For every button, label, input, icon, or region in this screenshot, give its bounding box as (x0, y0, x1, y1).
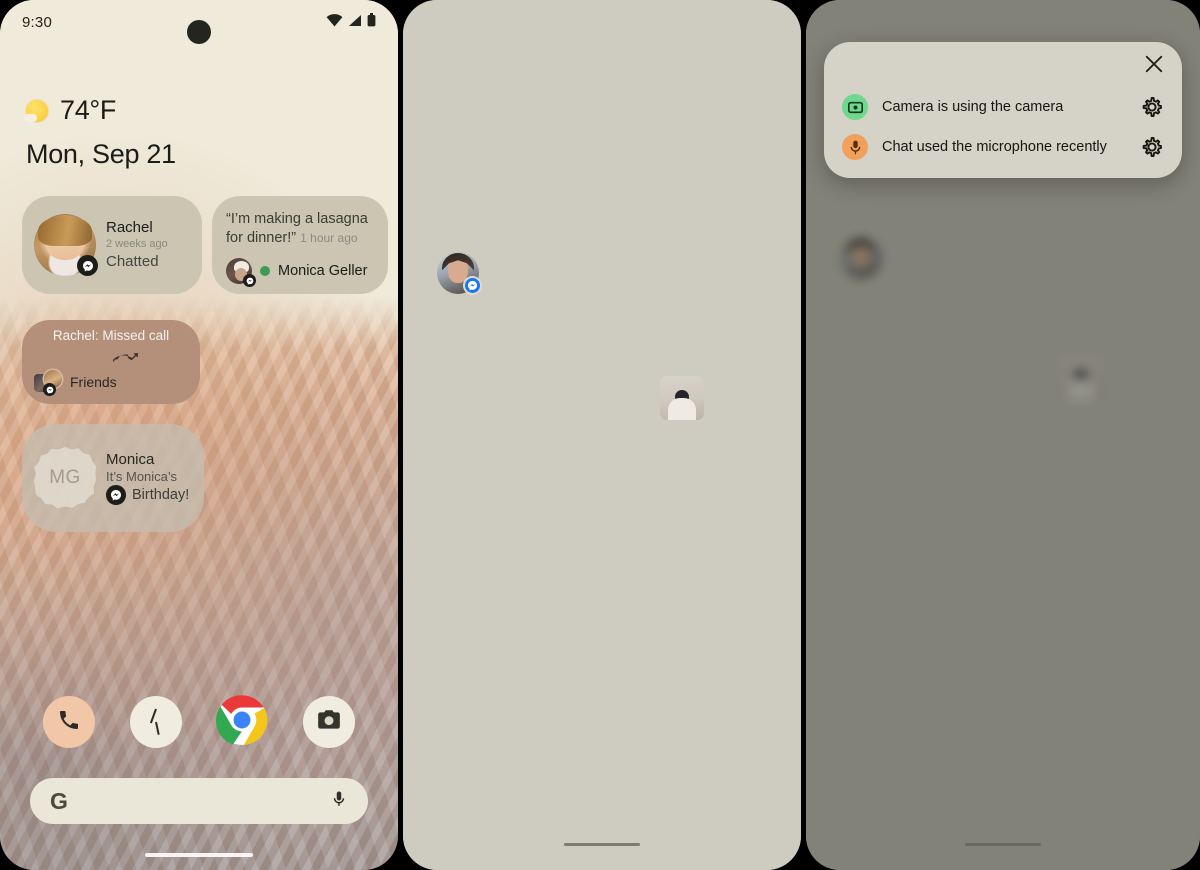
gear-icon[interactable] (1140, 95, 1164, 119)
phone-icon (57, 708, 81, 737)
phone-panel-home-screen: 9:30 74°F Mon, Sep 21 Rachel 2 weeks ago… (0, 0, 398, 870)
conversation-quote: “I’m making a lasagna for dinner!” 1 hou… (226, 210, 374, 248)
conversation-widget-missed-call[interactable]: Rachel: Missed call Friends (22, 320, 200, 404)
home-date: Mon, Sep 21 (26, 139, 176, 169)
google-g-logo: G (50, 787, 68, 814)
sun-icon (24, 99, 48, 122)
messenger-icon (243, 274, 256, 288)
group-name: Friends (70, 374, 117, 390)
conversation-widget-rachel[interactable]: Rachel 2 weeks ago Chatted (22, 196, 202, 294)
three-phone-screenshot-stage: 9:30 74°F Mon, Sep 21 Rachel 2 weeks ago… (0, 0, 1200, 870)
microphone-icon[interactable] (330, 788, 348, 815)
camera-punch-hole (187, 20, 211, 44)
avatar-initials: MG (34, 447, 96, 509)
app-dock (0, 694, 398, 751)
dock-app-chrome[interactable] (216, 694, 268, 751)
gear-icon[interactable] (1140, 135, 1164, 159)
phone-panel-notification-shade: Mon, Aug 25 9:30 (403, 0, 801, 870)
microphone-icon (842, 134, 868, 160)
privacy-row-microphone: Chat used the microphone recently (842, 134, 1164, 160)
gesture-nav-pill[interactable] (965, 843, 1041, 846)
conversation-name: Rachel (106, 219, 153, 237)
quote-timestamp: 1 hour ago (300, 231, 358, 246)
camera-icon (316, 707, 342, 738)
wifi-icon (326, 13, 343, 31)
missed-call-title: Rachel: Missed call (52, 328, 170, 343)
privacy-text: Camera is using the camera (882, 99, 1064, 115)
chrome-icon (216, 694, 268, 751)
conversation-name: Monica Geller (278, 263, 368, 280)
photo-thumbnail-1 (660, 375, 704, 420)
shade-background (403, 0, 801, 870)
weather-widget[interactable]: 74°F Mon, Sep 21 (24, 95, 176, 170)
dock-app-phone[interactable] (43, 696, 96, 748)
messenger-icon (77, 255, 98, 276)
privacy-row-camera: Camera is using the camera (842, 94, 1164, 120)
missed-call-icon (110, 345, 140, 372)
conversation-widget-monica[interactable]: “I’m making a lasagna for dinner!” 1 hou… (212, 196, 388, 295)
conversation-action: Chatted (106, 252, 159, 270)
dock-app-clock[interactable] (129, 696, 182, 748)
messenger-icon (106, 485, 126, 506)
group-avatar (34, 370, 62, 396)
privacy-dialog: Camera is using the camera Chat used the… (824, 42, 1182, 178)
google-search-bar[interactable]: G (30, 778, 368, 824)
gesture-nav-pill[interactable] (564, 843, 640, 846)
avatar (437, 252, 482, 295)
conversation-widgets: Rachel 2 weeks ago Chatted “I’m making a… (22, 196, 388, 295)
dock-app-camera[interactable] (302, 696, 355, 748)
phone-panel-privacy-dialog: Mon, Aug 25 9:30 65% Conversations Rache… (806, 0, 1200, 870)
conversation-timestamp: 2 weeks ago (106, 238, 168, 251)
messenger-icon (463, 276, 482, 295)
online-status-dot (260, 266, 270, 277)
gesture-nav-pill[interactable] (145, 853, 253, 857)
messenger-icon (43, 383, 56, 396)
avatar (226, 258, 256, 288)
birthday-line-2: Birthday! (132, 487, 190, 504)
avatar (34, 214, 98, 276)
battery-icon (367, 13, 376, 31)
close-icon[interactable] (1144, 54, 1164, 80)
camera-icon (842, 94, 868, 120)
conversation-widget-birthday[interactable]: MG Monica It’s Monica’s Birthday! (22, 424, 204, 532)
weather-temperature: 74°F (60, 95, 117, 125)
conversation-name: Monica (106, 450, 155, 468)
status-bar-icons (326, 13, 376, 31)
status-bar-time: 9:30 (22, 13, 52, 31)
privacy-text: Chat used the microphone recently (882, 139, 1107, 155)
birthday-line-1: It’s Monica’s (106, 468, 178, 484)
cell-signal-icon (348, 14, 362, 31)
